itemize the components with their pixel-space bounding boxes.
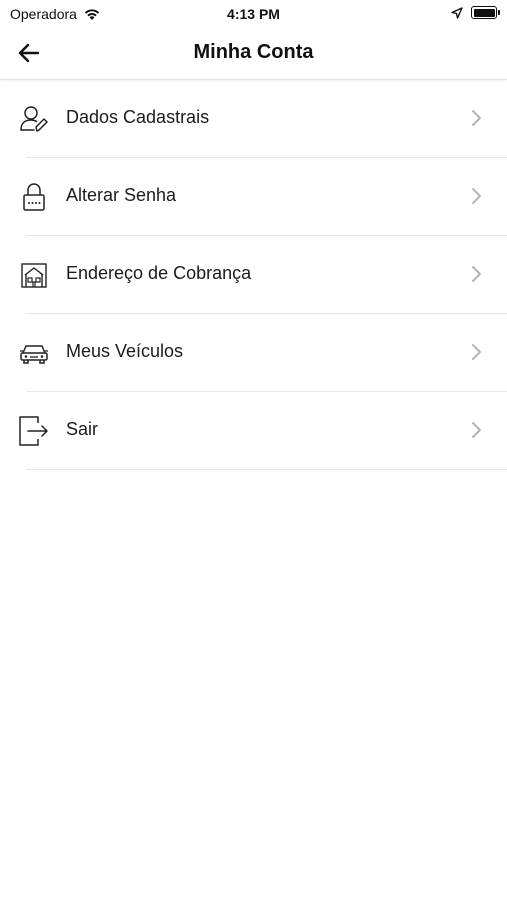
user-edit-icon — [18, 103, 50, 135]
chevron-right-icon — [472, 188, 481, 204]
location-arrow-icon — [451, 6, 463, 19]
chevron-right-icon — [472, 110, 481, 126]
menu-item-dados-cadastrais[interactable]: Dados Cadastrais — [0, 80, 507, 158]
battery-icon — [471, 6, 500, 19]
menu-item-label: Endereço de Cobrança — [66, 263, 252, 283]
menu-item-sair[interactable]: Sair — [0, 392, 507, 470]
logout-icon — [18, 415, 50, 447]
menu-item-label: Sair — [66, 419, 99, 439]
chevron-right-icon — [472, 422, 481, 438]
menu-item-label: Alterar Senha — [66, 185, 177, 205]
account-menu: Dados Cadastrais Alterar Senha Endereço … — [0, 80, 507, 470]
menu-item-alterar-senha[interactable]: Alterar Senha — [0, 158, 507, 236]
car-icon — [18, 337, 50, 369]
menu-item-label: Meus Veículos — [66, 341, 184, 361]
status-bar: Operadora 4:13 PM — [0, 0, 507, 28]
status-indicators — [451, 6, 500, 19]
chevron-right-icon — [472, 266, 481, 282]
menu-item-label: Dados Cadastrais — [66, 107, 210, 127]
chevron-right-icon — [472, 344, 481, 360]
navigation-bar: Minha Conta — [0, 28, 507, 80]
menu-item-endereco-cobranca[interactable]: Endereço de Cobrança — [0, 236, 507, 314]
house-icon — [18, 259, 50, 291]
lock-icon — [18, 181, 50, 213]
status-time: 4:13 PM — [227, 6, 280, 22]
page-title: Minha Conta — [193, 41, 314, 63]
menu-item-meus-veiculos[interactable]: Meus Veículos — [0, 314, 507, 392]
